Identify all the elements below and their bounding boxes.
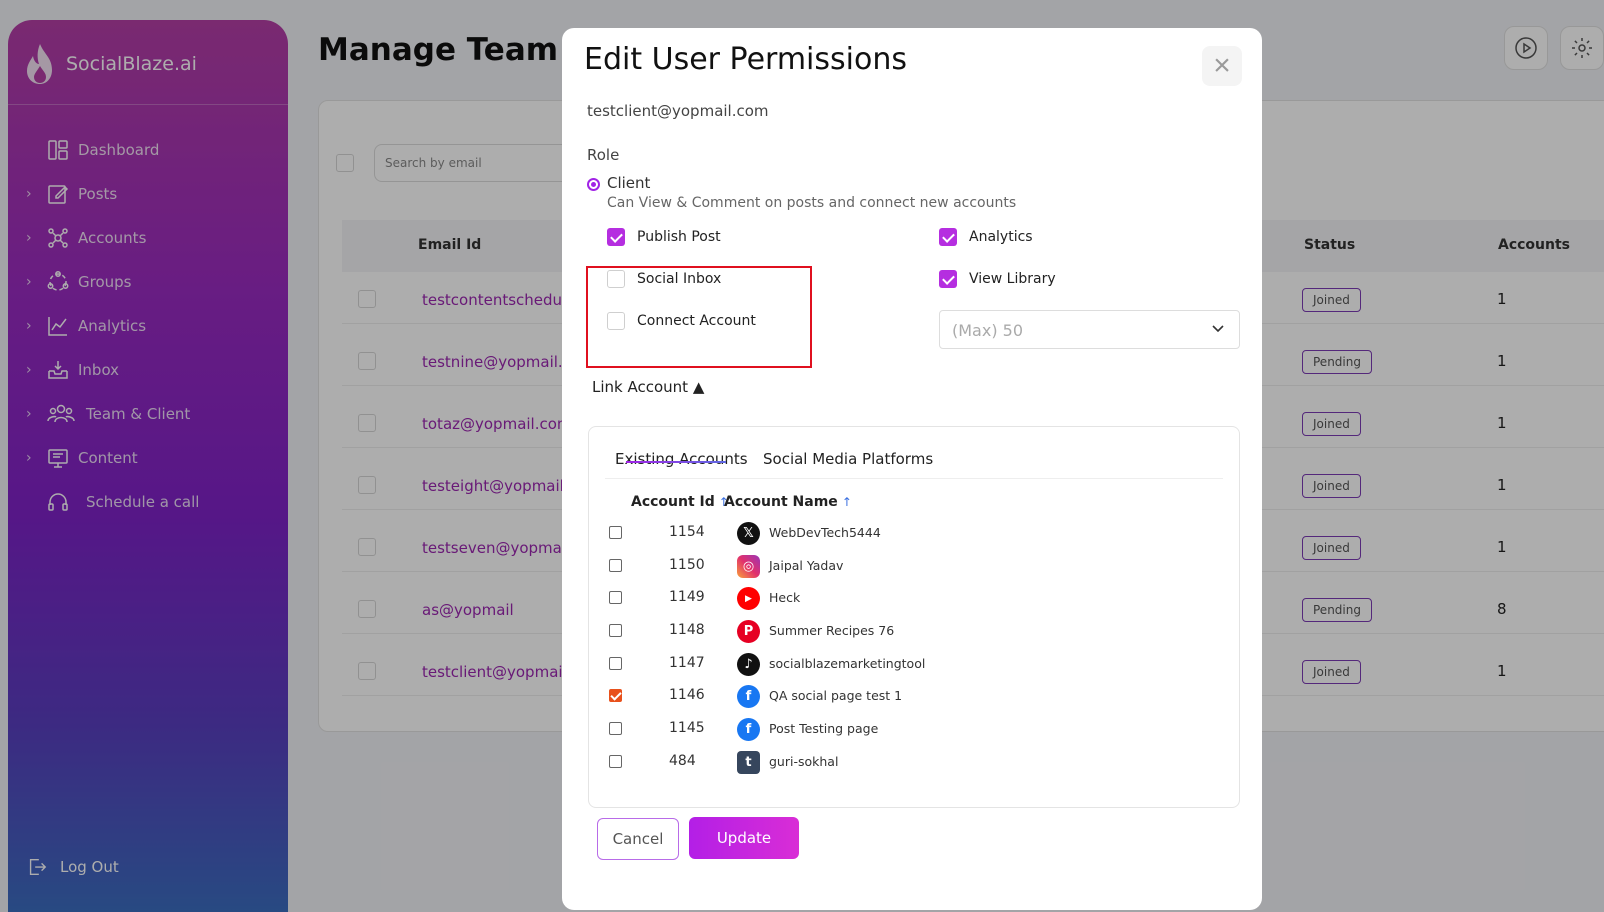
analytics-checkbox[interactable] xyxy=(939,228,957,246)
account-id: 484 xyxy=(669,753,696,769)
account-row[interactable]: 1145 f Post Testing page xyxy=(589,713,1239,746)
account-id: 1149 xyxy=(669,589,705,605)
role-client-radio[interactable] xyxy=(587,178,600,191)
account-id: 1146 xyxy=(669,687,705,703)
update-button[interactable]: Update xyxy=(689,817,799,859)
tab-social-media-platforms[interactable]: Social Media Platforms xyxy=(763,450,933,468)
row-checkbox[interactable] xyxy=(609,755,622,768)
permission-view-library[interactable]: View Library xyxy=(939,270,1056,288)
col-account-name[interactable]: Account Name ↑ xyxy=(724,494,852,510)
account-name: guri-sokhal xyxy=(769,754,839,769)
account-row[interactable]: 1154 𝕏 WebDevTech5444 xyxy=(589,517,1239,550)
x-icon: 𝕏 xyxy=(737,522,760,545)
instagram-icon: ◎ xyxy=(737,555,760,578)
permission-label: Analytics xyxy=(969,229,1033,245)
account-id: 1150 xyxy=(669,557,705,573)
permission-label: View Library xyxy=(969,271,1056,287)
link-account-toggle[interactable]: Link Account ▲ xyxy=(592,378,704,396)
youtube-icon: ▶ xyxy=(737,587,760,610)
account-id: 1148 xyxy=(669,622,705,638)
account-name: Jaipal Yadav xyxy=(769,558,844,573)
view-library-checkbox[interactable] xyxy=(939,270,957,288)
row-checkbox[interactable] xyxy=(609,526,622,539)
col-account-id[interactable]: Account Id ↑ xyxy=(631,494,729,510)
col-account-name-label: Account Name xyxy=(724,494,838,510)
account-name: Heck xyxy=(769,590,801,605)
row-checkbox[interactable] xyxy=(609,657,622,670)
account-row[interactable]: 484 t guri-sokhal xyxy=(589,746,1239,779)
col-account-id-label: Account Id xyxy=(631,494,715,510)
pinterest-icon: P xyxy=(737,620,760,643)
account-row[interactable]: 1148 P Summer Recipes 76 xyxy=(589,615,1239,648)
modal-title: Edit User Permissions xyxy=(584,42,907,77)
row-checkbox[interactable] xyxy=(609,624,622,637)
account-id: 1145 xyxy=(669,720,705,736)
account-row[interactable]: 1147 ♪ socialblazemarketingtool xyxy=(589,648,1239,681)
library-limit-select[interactable]: (Max) 50 xyxy=(939,310,1240,349)
account-row[interactable]: 1146 f QA social page test 1 xyxy=(589,680,1239,713)
permission-analytics[interactable]: Analytics xyxy=(939,228,1033,246)
row-checkbox[interactable] xyxy=(609,722,622,735)
role-description: Can View & Comment on posts and connect … xyxy=(607,195,1017,211)
permission-publish-post[interactable]: Publish Post xyxy=(607,228,721,246)
role-name: Client xyxy=(607,174,651,192)
close-button[interactable]: × xyxy=(1202,46,1242,86)
edit-permissions-modal: Edit User Permissions × testclient@yopma… xyxy=(562,28,1262,910)
active-tab-indicator xyxy=(626,461,726,463)
account-row[interactable]: 1150 ◎ Jaipal Yadav xyxy=(589,550,1239,583)
account-row[interactable]: 1149 ▶ Heck xyxy=(589,582,1239,615)
tiktok-icon: ♪ xyxy=(737,653,760,676)
facebook-icon: f xyxy=(737,718,760,741)
sort-arrow-icon: ↑ xyxy=(841,495,852,509)
permission-label: Publish Post xyxy=(637,229,721,245)
highlight-box xyxy=(586,266,812,368)
account-id: 1154 xyxy=(669,524,705,540)
row-checkbox[interactable] xyxy=(609,559,622,572)
role-label: Role xyxy=(587,146,620,164)
user-email: testclient@yopmail.com xyxy=(587,102,769,120)
facebook-icon: f xyxy=(737,685,760,708)
link-account-panel: Existing Accounts Social Media Platforms… xyxy=(588,426,1240,808)
publish-post-checkbox[interactable] xyxy=(607,228,625,246)
library-limit-value: (Max) 50 xyxy=(952,321,1024,340)
account-id: 1147 xyxy=(669,655,705,671)
account-name: Summer Recipes 76 xyxy=(769,623,895,638)
chevron-down-icon xyxy=(1212,325,1224,333)
account-name: WebDevTech5444 xyxy=(769,525,881,540)
row-checkbox[interactable] xyxy=(609,591,622,604)
account-name: Post Testing page xyxy=(769,721,879,736)
tumblr-icon: t xyxy=(737,751,760,774)
cancel-button[interactable]: Cancel xyxy=(597,818,679,860)
account-name: QA social page test 1 xyxy=(769,688,903,703)
account-name: socialblazemarketingtool xyxy=(769,656,926,671)
row-checkbox[interactable] xyxy=(609,689,622,702)
tab-existing-accounts[interactable]: Existing Accounts xyxy=(615,450,748,468)
